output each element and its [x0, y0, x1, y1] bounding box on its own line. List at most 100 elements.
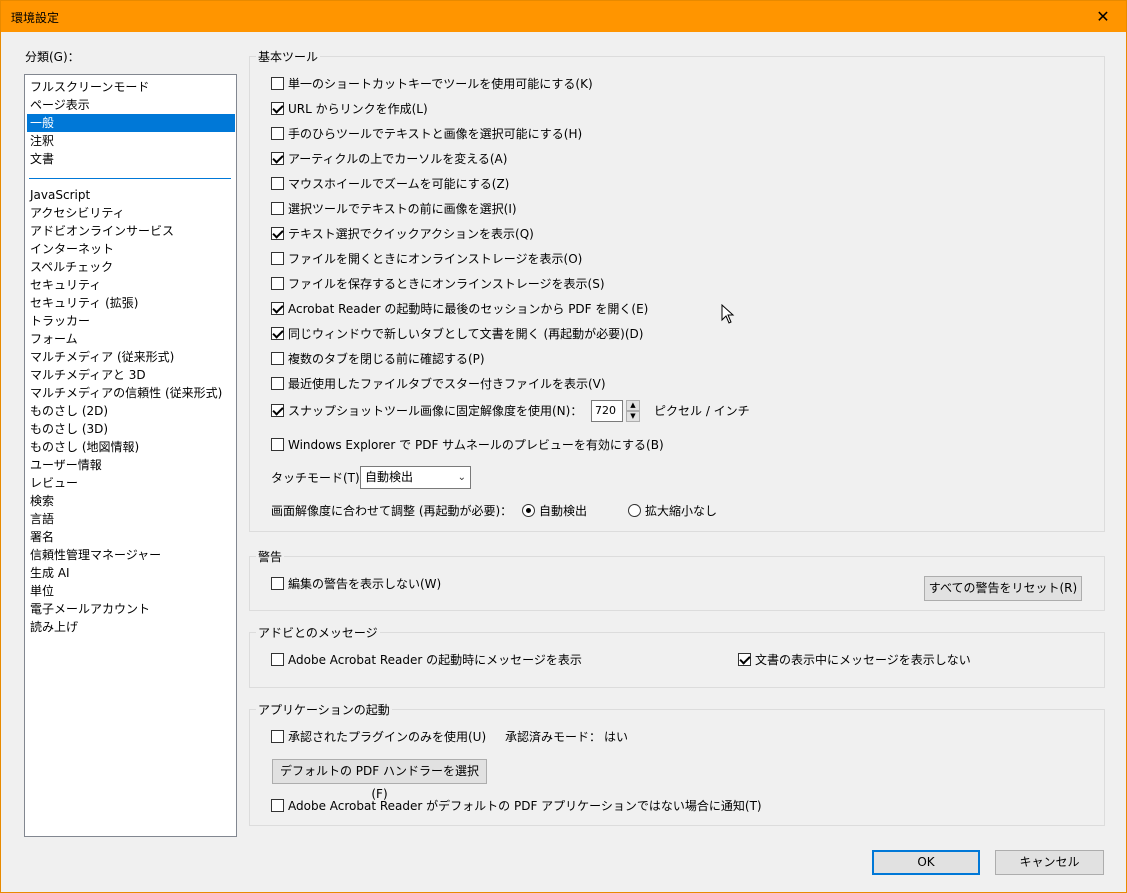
chevron-down-icon: ⌄	[457, 472, 466, 483]
checkbox-icon[interactable]	[271, 352, 284, 365]
category-item[interactable]: 読み上げ	[27, 618, 235, 636]
checkbox-icon[interactable]	[271, 177, 284, 190]
radio-no-scaling[interactable]: 拡大縮小なし	[628, 502, 717, 520]
categories-list[interactable]: フルスクリーンモード ページ表示 一般 注釈 文書 JavaScript アクセシビリティア…	[24, 74, 237, 837]
category-item[interactable]: ものさし (2D)	[27, 402, 235, 420]
checkbox-icon[interactable]	[271, 202, 284, 215]
touch-mode-value: 自動検出	[365, 470, 414, 484]
checkbox-icon[interactable]	[271, 404, 284, 417]
basic-option-label: ファイルを開くときにオンラインストレージを表示(O)	[288, 252, 583, 266]
snapshot-resolution-checkbox[interactable]: スナップショットツール画像に固定解像度を使用(N)：	[271, 402, 582, 420]
windows-explorer-checkbox[interactable]: Windows Explorer で PDF サムネールのプレビューを有効にする…	[271, 436, 664, 454]
messages-title: アドビとのメッセージ	[256, 624, 380, 641]
checkbox-icon[interactable]	[271, 377, 284, 390]
certified-mode-value: はい	[604, 730, 629, 744]
ok-button[interactable]: OK	[872, 850, 980, 875]
category-item[interactable]: スペルチェック	[27, 258, 235, 276]
basic-option-label: 最近使用したファイルタブでスター付きファイルを表示(V)	[288, 377, 606, 391]
certified-plugins-checkbox[interactable]: 承認されたプラグインのみを使用(U)	[271, 728, 486, 746]
radio-icon[interactable]	[522, 504, 535, 517]
basic-option-checkbox[interactable]: URL からリンクを作成(L)	[271, 100, 428, 118]
category-item[interactable]: フォーム	[27, 330, 235, 348]
checkbox-icon[interactable]	[738, 653, 751, 666]
category-item[interactable]: レビュー	[27, 474, 235, 492]
checkbox-icon[interactable]	[271, 127, 284, 140]
category-item[interactable]: フルスクリーンモード	[27, 78, 235, 96]
radio-icon[interactable]	[628, 504, 641, 517]
checkbox-icon[interactable]	[271, 730, 284, 743]
category-item[interactable]: 言語	[27, 510, 235, 528]
category-item[interactable]: 注釈	[27, 132, 235, 150]
notify-default-checkbox[interactable]: Adobe Acrobat Reader がデフォルトの PDF アプリケーショ…	[271, 797, 762, 815]
basic-option-checkbox[interactable]: 最近使用したファイルタブでスター付きファイルを表示(V)	[271, 375, 606, 393]
basic-option-checkbox[interactable]: 選択ツールでテキストの前に画像を選択(I)	[271, 200, 517, 218]
snapshot-resolution-label: スナップショットツール画像に固定解像度を使用(N)：	[288, 404, 583, 418]
category-item[interactable]: アクセシビリティ	[27, 204, 235, 222]
cancel-button[interactable]: キャンセル	[995, 850, 1104, 875]
category-item[interactable]: インターネット	[27, 240, 235, 258]
radio-auto-detect[interactable]: 自動検出	[522, 502, 587, 520]
edit-warnings-checkbox[interactable]: 編集の警告を表示しない(W)	[271, 575, 441, 593]
checkbox-icon[interactable]	[271, 302, 284, 315]
basic-option-checkbox[interactable]: 同じウィンドウで新しいタブとして文書を開く (再起動が必要)(D)	[271, 325, 643, 343]
touch-mode-select[interactable]: 自動検出 ⌄	[360, 466, 471, 489]
category-item[interactable]: マルチメディア (従来形式)	[27, 348, 235, 366]
app-startup-title: アプリケーションの起動	[256, 701, 392, 718]
basic-option-checkbox[interactable]: ファイルを保存するときにオンラインストレージを表示(S)	[271, 275, 605, 293]
spin-down-icon[interactable]: ▼	[626, 411, 640, 422]
checkbox-icon[interactable]	[271, 227, 284, 240]
basic-option-checkbox[interactable]: 単一のショートカットキーでツールを使用可能にする(K)	[271, 75, 593, 93]
category-item[interactable]: ユーザー情報	[27, 456, 235, 474]
spin-up-icon[interactable]: ▲	[626, 400, 640, 411]
category-item[interactable]: 信頼性管理マネージャー	[27, 546, 235, 564]
close-icon[interactable]: ✕	[1080, 1, 1126, 32]
category-item[interactable]: セキュリティ	[27, 276, 235, 294]
basic-option-label: マウスホイールでズームを可能にする(Z)	[288, 177, 510, 191]
warnings-title: 警告	[256, 548, 285, 565]
checkbox-icon[interactable]	[271, 577, 284, 590]
category-item[interactable]: ページ表示	[27, 96, 235, 114]
basic-option-label: 複数のタブを閉じる前に確認する(P)	[288, 352, 485, 366]
checkbox-icon[interactable]	[271, 252, 284, 265]
category-item[interactable]: ものさし (3D)	[27, 420, 235, 438]
certified-mode-label: 承認済みモード：	[505, 730, 602, 744]
basic-option-checkbox[interactable]: アーティクルの上でカーソルを変える(A)	[271, 150, 507, 168]
launch-messages-checkbox[interactable]: Adobe Acrobat Reader の起動時にメッセージを表示	[271, 651, 582, 669]
resolution-unit: ピクセル / インチ	[654, 404, 750, 418]
checkbox-icon[interactable]	[271, 77, 284, 90]
checkbox-icon[interactable]	[271, 438, 284, 451]
category-item[interactable]: トラッカー	[27, 312, 235, 330]
category-item[interactable]: マルチメディアの信頼性 (従来形式)	[27, 384, 235, 402]
category-item[interactable]: 生成 AI	[27, 564, 235, 582]
checkbox-icon[interactable]	[271, 102, 284, 115]
category-item[interactable]: 署名	[27, 528, 235, 546]
default-pdf-handler-button[interactable]: デフォルトの PDF ハンドラーを選択(F)	[272, 759, 487, 801]
category-item[interactable]: 検索	[27, 492, 235, 510]
basic-option-checkbox[interactable]: ファイルを開くときにオンラインストレージを表示(O)	[271, 250, 582, 268]
category-item[interactable]: JavaScript	[27, 186, 235, 204]
basic-option-checkbox[interactable]: マウスホイールでズームを可能にする(Z)	[271, 175, 509, 193]
category-item[interactable]: 文書	[27, 150, 235, 168]
category-item[interactable]: マルチメディアと 3D	[27, 366, 235, 384]
resolution-spinner[interactable]: ▲ ▼	[626, 400, 640, 422]
category-item[interactable]: ものさし (地図情報)	[27, 438, 235, 456]
basic-option-label: 単一のショートカットキーでツールを使用可能にする(K)	[288, 77, 593, 91]
category-item[interactable]: 単位	[27, 582, 235, 600]
reset-warnings-button[interactable]: すべての警告をリセット(R)	[924, 576, 1082, 601]
checkbox-icon[interactable]	[271, 277, 284, 290]
basic-option-checkbox[interactable]: 複数のタブを閉じる前に確認する(P)	[271, 350, 485, 368]
snapshot-resolution-input[interactable]: 720	[591, 400, 623, 422]
category-item[interactable]: 電子メールアカウント	[27, 600, 235, 618]
basic-option-checkbox[interactable]: テキスト選択でクイックアクションを表示(Q)	[271, 225, 534, 243]
category-item[interactable]: アドビオンラインサービス	[27, 222, 235, 240]
category-item[interactable]: セキュリティ (拡張)	[27, 294, 235, 312]
basic-option-checkbox[interactable]: 手のひらツールでテキストと画像を選択可能にする(H)	[271, 125, 582, 143]
basic-option-checkbox[interactable]: Acrobat Reader の起動時に最後のセッションから PDF を開く(E…	[271, 300, 648, 318]
checkbox-icon[interactable]	[271, 653, 284, 666]
checkbox-icon[interactable]	[271, 152, 284, 165]
checkbox-icon[interactable]	[271, 799, 284, 812]
viewing-messages-checkbox[interactable]: 文書の表示中にメッセージを表示しない	[738, 651, 971, 669]
notify-default-label: Adobe Acrobat Reader がデフォルトの PDF アプリケーショ…	[288, 799, 762, 813]
checkbox-icon[interactable]	[271, 327, 284, 340]
category-item[interactable]: 一般	[27, 114, 235, 132]
